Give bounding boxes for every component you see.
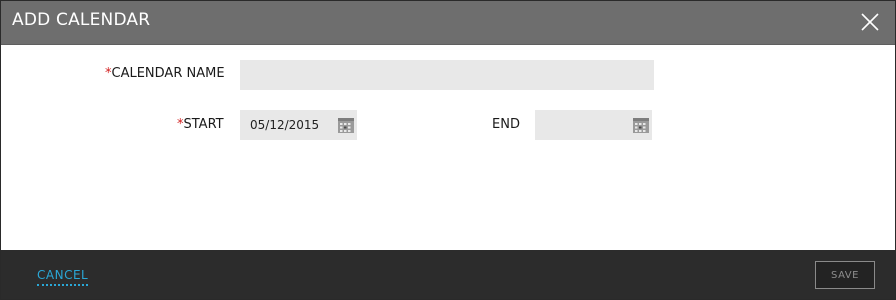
dialog-header: ADD CALENDAR: [1, 1, 895, 45]
dialog-title: ADD CALENDAR: [12, 10, 151, 30]
start-label-text: START: [183, 117, 224, 132]
cancel-button[interactable]: CANCEL: [37, 268, 89, 286]
close-button[interactable]: [859, 11, 881, 33]
calendar-name-label-text: CALENDAR NAME: [111, 66, 225, 81]
dialog-footer: CANCEL SAVE: [1, 250, 895, 299]
calendar-name-label: *CALENDAR NAME: [105, 66, 225, 81]
calendar-icon[interactable]: [337, 116, 355, 134]
end-date-input[interactable]: [535, 110, 652, 140]
dialog-body: *CALENDAR NAME *START 05/12/2015 END: [1, 45, 895, 250]
close-icon: [861, 13, 879, 31]
add-calendar-dialog: ADD CALENDAR *CALENDAR NAME *START 05/12…: [0, 0, 896, 300]
calendar-icon[interactable]: [632, 116, 650, 134]
calendar-name-input[interactable]: [240, 60, 654, 90]
start-date-value: 05/12/2015: [250, 118, 320, 132]
start-label: *START: [177, 117, 224, 132]
save-button[interactable]: SAVE: [815, 261, 875, 289]
start-date-input[interactable]: 05/12/2015: [240, 110, 357, 140]
end-label: END: [492, 117, 520, 132]
